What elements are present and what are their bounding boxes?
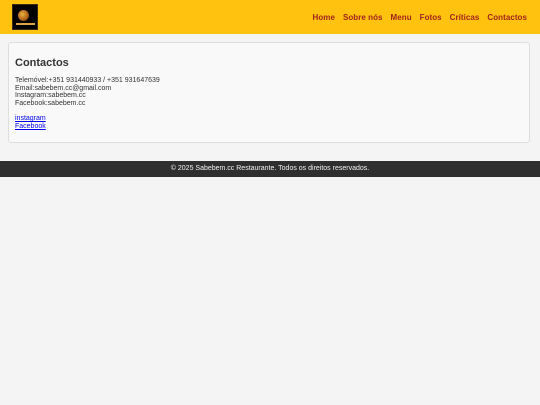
site-footer: © 2025 Sabebem.cc Restaurante. Todos os …	[0, 161, 540, 177]
nav-criticas-link[interactable]: Críticas	[450, 13, 480, 22]
logo-underline	[16, 23, 35, 25]
contact-title: Contactos	[15, 57, 69, 69]
contact-card: Contactos Telemóvel:+351 931440933 / +35…	[8, 42, 530, 143]
logo-emblem-icon	[18, 10, 29, 21]
nav-fotos-link[interactable]: Fotos	[420, 13, 442, 22]
email-line: Email:sabebem.cc@gmail.com	[15, 84, 112, 92]
facebook-line: Facebook:sabebem.cc	[15, 99, 86, 107]
nav-menu-link[interactable]: Menu	[391, 13, 412, 22]
contact-info: Telemóvel:+351 931440933 / +351 93164763…	[15, 77, 160, 107]
copyright-text: © 2025 Sabebem.cc Restaurante. Todos os …	[170, 165, 370, 172]
site-header: Home Sobre nós Menu Fotos Críticas Conta…	[0, 0, 540, 34]
nav-home-link[interactable]: Home	[313, 13, 335, 22]
nav-sobre-nos-link[interactable]: Sobre nós	[343, 13, 383, 22]
instagram-link[interactable]: instagram	[15, 115, 46, 123]
nav-contactos-link[interactable]: Contactos	[487, 13, 527, 22]
main-nav: Home Sobre nós Menu Fotos Críticas Conta…	[313, 0, 527, 34]
instagram-line: Instagram:sabebem.cc	[15, 92, 86, 100]
phone-line: Telemóvel:+351 931440933 / +351 93164763…	[15, 77, 160, 84]
facebook-link[interactable]: Facebook	[15, 123, 46, 131]
social-links: instagram Facebook	[15, 115, 46, 130]
restaurant-logo[interactable]	[12, 4, 38, 30]
